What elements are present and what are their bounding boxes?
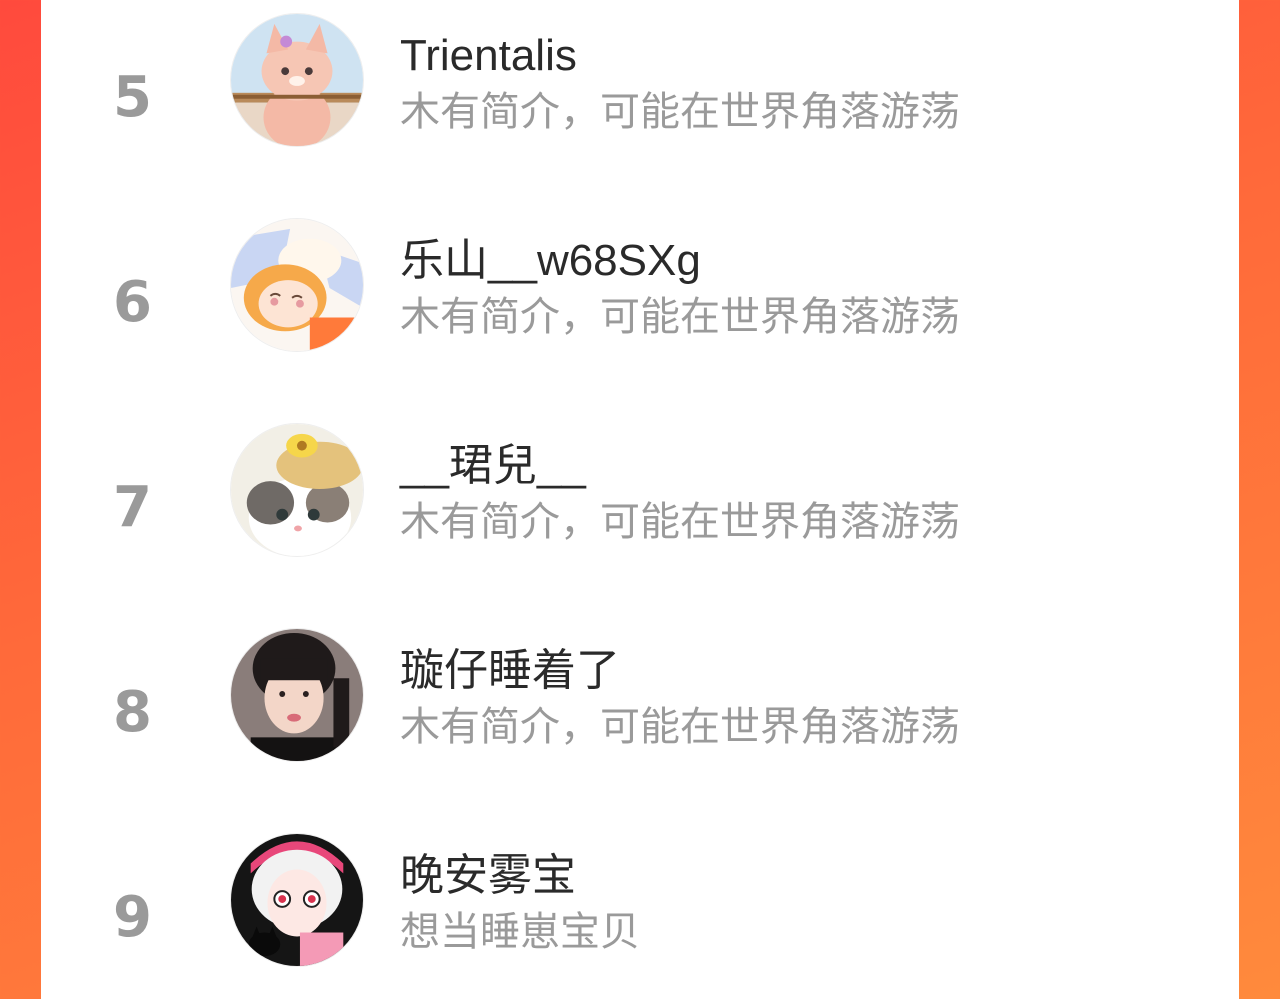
- rank-number: 8: [113, 680, 152, 745]
- user-name[interactable]: 晚安雾宝: [400, 854, 576, 898]
- user-bio: 木有简介，可能在世界角落游荡: [400, 500, 960, 544]
- rank-number: 7: [113, 475, 152, 540]
- avatar[interactable]: [230, 833, 364, 967]
- cat-with-straw-hat-avatar-icon: [231, 424, 363, 556]
- girl-portrait-avatar-icon: [231, 629, 363, 761]
- user-bio: 想当睡崽宝贝: [400, 910, 640, 954]
- avatar[interactable]: [230, 218, 364, 352]
- user-bio: 木有简介，可能在世界角落游荡: [400, 90, 960, 134]
- avatar[interactable]: [230, 628, 364, 762]
- rank-number: 9: [113, 885, 152, 950]
- ranking-panel: 5 Trientalis 木有简介，可能在世界角落游荡 6 乐山__w68SXg…: [41, 0, 1239, 999]
- rank-number: 5: [113, 65, 152, 130]
- list-item[interactable]: 7 __珺兒__ 木有简介，可能在世界角落游荡: [41, 410, 1239, 615]
- anime-girl-sleeping-avatar-icon: [231, 219, 363, 351]
- list-item[interactable]: 6 乐山__w68SXg 木有简介，可能在世界角落游荡: [41, 205, 1239, 410]
- user-name[interactable]: Trientalis: [400, 34, 577, 78]
- avatar[interactable]: [230, 423, 364, 557]
- user-bio: 木有简介，可能在世界角落游荡: [400, 705, 960, 749]
- anime-girl-cat-avatar-icon: [231, 834, 363, 966]
- list-item[interactable]: 5 Trientalis 木有简介，可能在世界角落游荡: [41, 0, 1239, 205]
- plush-fox-avatar-icon: [231, 14, 363, 146]
- user-name[interactable]: __珺兒__: [400, 444, 586, 488]
- avatar[interactable]: [230, 13, 364, 147]
- list-item[interactable]: 9 晚安雾宝 想当睡崽宝贝: [41, 820, 1239, 999]
- rank-number: 6: [113, 270, 152, 335]
- list-item[interactable]: 8 璇仔睡着了 木有简介，可能在世界角落游荡: [41, 615, 1239, 820]
- user-name[interactable]: 乐山__w68SXg: [400, 239, 701, 283]
- user-bio: 木有简介，可能在世界角落游荡: [400, 295, 960, 339]
- user-name[interactable]: 璇仔睡着了: [400, 649, 620, 693]
